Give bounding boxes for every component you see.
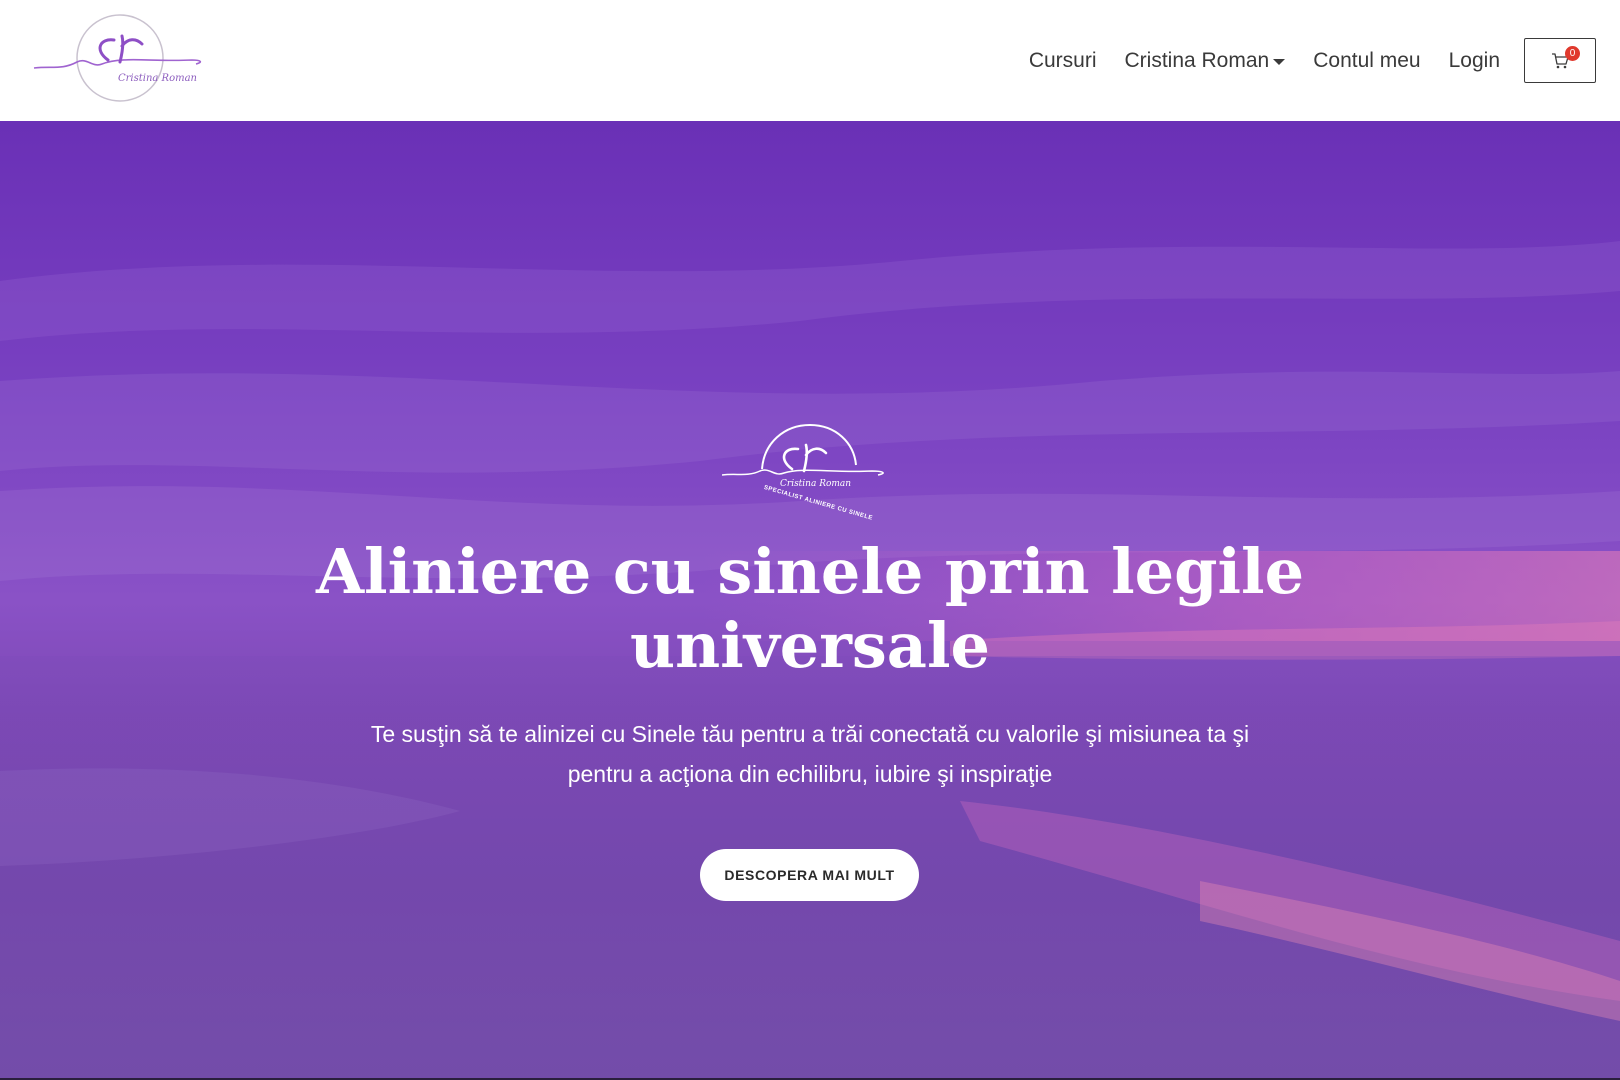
nav-item-contul-meu[interactable]: Contul meu: [1313, 49, 1420, 73]
cart-count-badge: 0: [1565, 46, 1580, 61]
hero-subtitle: Te susţin să te alinizei cu Sinele tău p…: [370, 721, 1250, 787]
nav-item-label: Contul meu: [1313, 48, 1421, 72]
hero-logo: Cristina Roman SPECIALIST ALINIERE CU SI…: [722, 423, 896, 533]
caret-down-icon: [1273, 58, 1286, 65]
nav-item-login[interactable]: Login: [1449, 49, 1500, 73]
hero-content: Cristina Roman SPECIALIST ALINIERE CU SI…: [0, 121, 1620, 1080]
hero-logo-script-text: Cristina Roman: [780, 479, 852, 489]
logo-mark: [33, 14, 202, 102]
discover-more-button[interactable]: DESCOPERA MAI MULT: [700, 849, 919, 901]
hero-title: Aliniere cu sinele prin legile universal…: [315, 535, 1305, 682]
cart-button[interactable]: 0: [1524, 38, 1596, 83]
nav-item-label: Login: [1448, 48, 1500, 72]
hero-section: Cristina Roman SPECIALIST ALINIERE CU SI…: [0, 121, 1620, 1080]
site-header: Cristina Roman Cursuri Cristina Roman Co…: [0, 0, 1620, 121]
discover-more-label: DESCOPERA MAI MULT: [724, 867, 895, 883]
nav-item-cursuri[interactable]: Cursuri: [1029, 49, 1097, 73]
logo-script-text: Cristina Roman: [118, 73, 197, 84]
main-nav: Cursuri Cristina Roman Contul meu Login …: [1001, 0, 1620, 121]
site-logo[interactable]: Cristina Roman: [32, 10, 207, 110]
nav-item-label: Cursuri: [1028, 48, 1097, 72]
nav-item-label: Cristina Roman: [1124, 48, 1270, 72]
nav-item-cristina-roman[interactable]: Cristina Roman: [1125, 49, 1286, 73]
